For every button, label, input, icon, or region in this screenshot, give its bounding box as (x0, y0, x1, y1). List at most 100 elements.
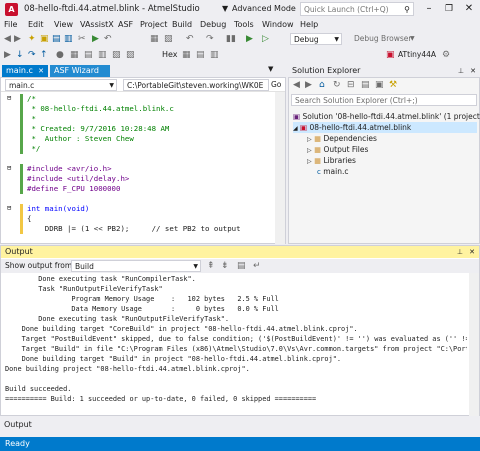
disassembly-icon[interactable]: ▧ (112, 48, 121, 62)
properties-icon[interactable]: ▣ (375, 78, 384, 92)
debug-browser-label[interactable]: Debug Browser (354, 32, 411, 46)
editor-scrollbar[interactable] (275, 92, 285, 244)
next-message-icon[interactable]: ⇟ (221, 259, 229, 273)
expand-icon[interactable]: ▷ (307, 136, 312, 143)
tree-item-libraries[interactable]: ▷ ■ Libraries (307, 155, 356, 166)
search-icon[interactable]: ⚲ (404, 5, 410, 14)
step-out-icon[interactable]: ↑ (40, 48, 48, 62)
start-debugging-icon[interactable]: ▶ (246, 32, 253, 46)
menu-vassistx[interactable]: VAssistX (80, 19, 114, 31)
word-wrap-icon[interactable]: ↵ (253, 259, 261, 273)
tree-item-output-files[interactable]: ▷ ■ Output Files (307, 144, 368, 155)
clear-all-icon[interactable]: ▤ (237, 259, 246, 273)
tab-asf-wizard[interactable]: ASF Wizard (50, 65, 110, 77)
hex-toggle[interactable]: Hex (162, 48, 178, 62)
step-over-icon[interactable]: ↷ (28, 48, 36, 62)
configuration-select[interactable]: Debug ▼ (290, 33, 342, 45)
solution-search-input[interactable]: Search Solution Explorer (Ctrl+;) (291, 94, 477, 106)
close-button[interactable]: ✕ (460, 2, 478, 16)
tool-icon[interactable]: ⚙ (442, 48, 450, 62)
expand-icon[interactable]: ◢ (293, 125, 298, 132)
cut-icon[interactable]: ✂ (78, 32, 86, 46)
watch-icon[interactable]: ▨ (126, 48, 135, 62)
redo-icon[interactable]: ↷ (206, 32, 214, 46)
tree-item-dependencies[interactable]: ▷ ■ Dependencies (307, 133, 377, 144)
expand-icon[interactable]: ▷ (307, 158, 312, 165)
close-icon[interactable]: ✕ (38, 65, 44, 77)
quick-launch-input[interactable] (301, 3, 403, 15)
pin-icon[interactable]: ⊥ (458, 65, 464, 77)
minimize-button[interactable]: – (420, 2, 438, 16)
undo-icon[interactable]: ↶ (104, 32, 112, 46)
menu-help[interactable]: Help (300, 19, 318, 31)
step-icon[interactable]: ▶ (4, 48, 11, 62)
close-icon[interactable]: ✕ (469, 246, 475, 258)
save-all-icon[interactable]: ▥ (64, 32, 73, 46)
find-message-icon[interactable]: ⇞ (207, 259, 215, 273)
wrench-icon[interactable]: ⚒ (389, 78, 397, 92)
menu-build[interactable]: Build (172, 19, 192, 31)
collapse-all-icon[interactable]: ⊟ (347, 78, 355, 92)
tab-overflow-icon[interactable]: ▼ (268, 65, 273, 73)
pause-icon[interactable]: ▮▮ (226, 32, 236, 46)
tab-main-c[interactable]: main.c ✕ (2, 65, 48, 77)
close-icon[interactable]: ✕ (470, 65, 476, 77)
output-text[interactable]: Done executing task "RunCompilerTask". T… (5, 274, 467, 416)
device-programming-icon[interactable]: ▣ (386, 48, 395, 62)
show-all-files-icon[interactable]: ▤ (361, 78, 370, 92)
path-select[interactable]: C:\PortableGit\steven.working\WK0E (123, 79, 269, 91)
collapse-icon[interactable]: ⊟ (7, 94, 11, 102)
menu-view[interactable]: View (54, 19, 73, 31)
tree-item-main-c[interactable]: c main.c (317, 166, 349, 177)
expand-icon[interactable]: ▷ (307, 147, 312, 154)
breakpoint-icon[interactable]: ● (56, 48, 64, 62)
new-project-icon[interactable]: ✦ (28, 32, 36, 46)
menu-tools[interactable]: Tools (234, 19, 254, 31)
back-icon[interactable]: ◀ (293, 78, 300, 92)
tree-item-project[interactable]: ◢ ▣ 08-hello-ftdi.44.atmel.blink (293, 122, 477, 133)
device-label[interactable]: ATtiny44A (398, 48, 436, 62)
processor-view-icon[interactable]: ▦ (70, 48, 79, 62)
menu-debug[interactable]: Debug (200, 19, 226, 31)
build-icon[interactable]: ▦ (150, 32, 159, 46)
back-icon[interactable]: ◀ (4, 32, 11, 46)
restore-button[interactable]: ❐ (440, 2, 458, 16)
output-line: Task "RunOutputFileVerifyTask" (5, 285, 163, 293)
rebuild-icon[interactable]: ▧ (164, 32, 173, 46)
save-icon[interactable]: ▤ (52, 32, 61, 46)
step-into-icon[interactable]: ↓ (16, 48, 24, 62)
menu-window[interactable]: Window (262, 19, 294, 31)
run-icon[interactable]: ▶ (92, 32, 99, 46)
memory-view-icon[interactable]: ▥ (98, 48, 107, 62)
menu-asf[interactable]: ASF (118, 19, 133, 31)
code-area[interactable]: ⊟ ⊟ ⊟ /* * 08-hello-ftdi.44.atmel.blink.… (1, 94, 285, 243)
forward-icon[interactable]: ▶ (14, 32, 21, 46)
open-folder-icon[interactable]: ▣ (40, 32, 49, 46)
tab-output[interactable]: Output (0, 418, 40, 431)
output-scrollbar[interactable] (469, 273, 479, 416)
home-icon[interactable]: ⌂ (319, 78, 325, 92)
file-scope-select[interactable]: main.c ▼ (5, 79, 117, 91)
filter-icon[interactable]: ▼ (222, 4, 228, 13)
menu-file[interactable]: File (4, 19, 17, 31)
undo2-icon[interactable]: ↶ (186, 32, 194, 46)
debug-browser-dropdown-icon[interactable]: ▼ (410, 32, 415, 46)
output-source-select[interactable]: Build ▼ (71, 260, 201, 272)
go-button[interactable]: Go (271, 79, 281, 91)
menu-edit[interactable]: Edit (28, 19, 44, 31)
sync-icon[interactable]: ↻ (333, 78, 341, 92)
code-editor[interactable]: main.c ▼ C:\PortableGit\steven.working\W… (0, 77, 286, 244)
forward-icon[interactable]: ▶ (305, 78, 312, 92)
callstack-icon[interactable]: ▤ (196, 48, 205, 62)
start-without-debug-icon[interactable]: ▷ (262, 32, 269, 46)
quick-launch-box[interactable]: ⚲ (300, 2, 414, 16)
advanced-mode-label[interactable]: Advanced Mode (232, 4, 296, 13)
io-view-icon[interactable]: ▤ (84, 48, 93, 62)
registers-icon[interactable]: ▦ (182, 48, 191, 62)
collapse-icon[interactable]: ⊟ (7, 164, 11, 172)
locals-icon[interactable]: ▥ (210, 48, 219, 62)
pin-icon[interactable]: ⊥ (457, 246, 463, 258)
tree-item-solution[interactable]: ▣ Solution '08-hello-ftdi.44.atmel.blink… (293, 111, 480, 122)
menu-project[interactable]: Project (140, 19, 167, 31)
collapse-icon[interactable]: ⊟ (7, 204, 11, 212)
